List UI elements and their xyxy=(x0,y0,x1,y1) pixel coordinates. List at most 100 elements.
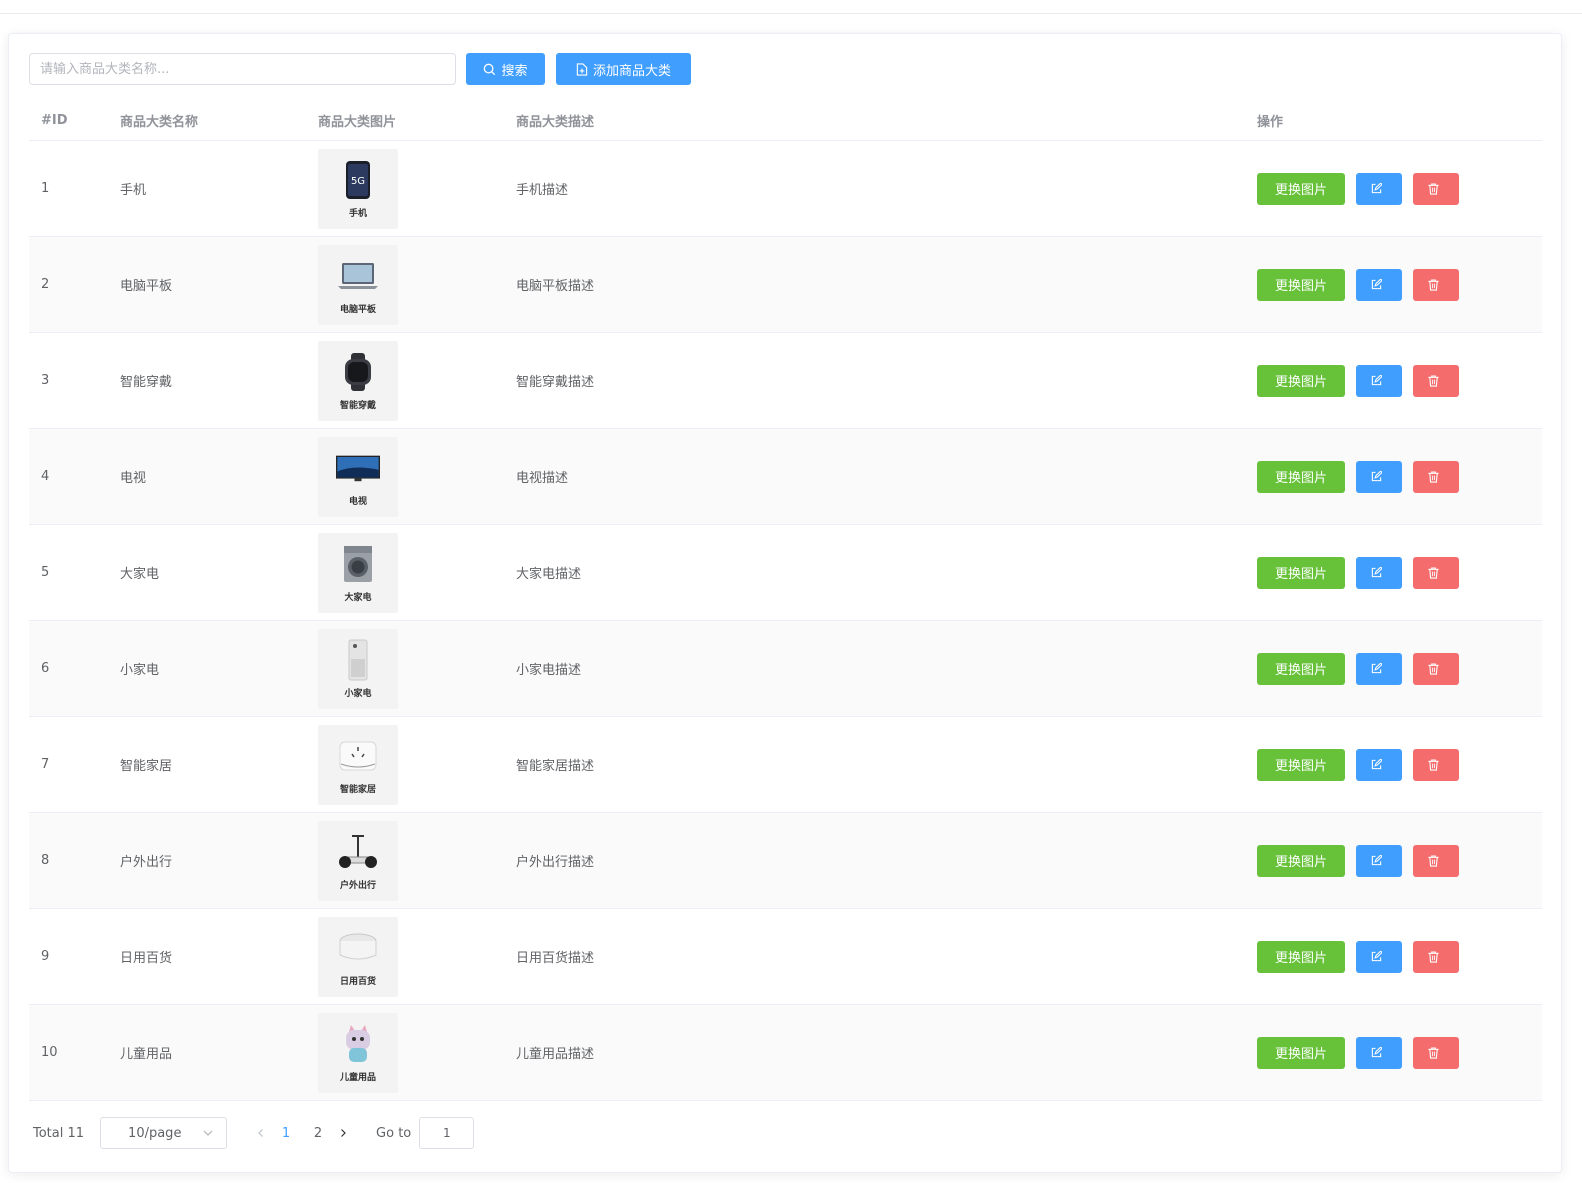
search-button[interactable]: 搜索 xyxy=(466,53,545,85)
row-description: 户外出行描述 xyxy=(516,855,595,870)
delete-button[interactable] xyxy=(1413,748,1459,781)
category-card: 搜索 添加商品大类 #ID 商品大类名称 商品大类图片 商品大类描述 操作 1 … xyxy=(8,33,1562,1173)
edit-button[interactable] xyxy=(1356,1036,1402,1069)
next-page-button[interactable] xyxy=(334,1128,352,1138)
image-caption: 户外出行 xyxy=(339,881,376,891)
delete-button[interactable] xyxy=(1413,940,1459,973)
category-image: 电视 xyxy=(318,436,398,517)
delete-button[interactable] xyxy=(1413,1036,1459,1069)
category-image: 智能穿戴 xyxy=(318,340,398,421)
edit-icon xyxy=(1371,183,1382,194)
table-row: 8 户外出行 户外出行 户外出行描述 更换图片 xyxy=(29,813,1542,909)
edit-icon xyxy=(1371,663,1382,674)
change-image-button[interactable]: 更换图片 xyxy=(1257,1036,1345,1069)
row-name: 手机 xyxy=(120,183,147,198)
change-image-button[interactable]: 更换图片 xyxy=(1257,172,1345,205)
row-id: 6 xyxy=(41,661,50,676)
row-id: 3 xyxy=(41,373,50,388)
scooter-icon xyxy=(336,830,380,874)
goto-label: Go to xyxy=(376,1125,412,1141)
header-name: 商品大类名称 xyxy=(120,114,199,130)
row-id: 7 xyxy=(41,757,50,772)
page-size-value: 10/page xyxy=(128,1125,182,1141)
row-description: 儿童用品描述 xyxy=(516,1047,595,1062)
edit-button[interactable] xyxy=(1356,172,1402,205)
edit-icon xyxy=(1371,471,1382,482)
add-category-button[interactable]: 添加商品大类 xyxy=(556,53,691,85)
delete-button[interactable] xyxy=(1413,364,1459,397)
edit-button[interactable] xyxy=(1356,652,1402,685)
delete-button[interactable] xyxy=(1413,172,1459,205)
header-image: 商品大类图片 xyxy=(318,114,397,130)
change-image-button[interactable]: 更换图片 xyxy=(1257,652,1345,685)
table-row: 5 大家电 大家电 大家电描述 更换图片 xyxy=(29,525,1542,621)
image-caption: 小家电 xyxy=(344,689,372,699)
watch-icon xyxy=(336,350,380,394)
edit-button[interactable] xyxy=(1356,268,1402,301)
row-name: 儿童用品 xyxy=(120,1047,173,1062)
category-image: 大家电 xyxy=(318,532,398,613)
edit-icon xyxy=(1371,567,1382,578)
search-input[interactable] xyxy=(29,53,456,85)
laptop-icon xyxy=(336,254,380,298)
delete-button[interactable] xyxy=(1413,652,1459,685)
edit-button[interactable] xyxy=(1356,940,1402,973)
row-id: 2 xyxy=(41,277,50,292)
row-description: 大家电描述 xyxy=(516,567,582,582)
change-image-button[interactable]: 更换图片 xyxy=(1257,268,1345,301)
row-description: 手机描述 xyxy=(516,183,569,198)
prev-page-button[interactable] xyxy=(252,1128,270,1138)
phone-icon: 5G xyxy=(336,158,380,202)
edit-button[interactable] xyxy=(1356,556,1402,589)
edit-icon xyxy=(1371,375,1382,386)
delete-icon xyxy=(1428,1046,1439,1059)
category-image: 小家电 xyxy=(318,628,398,709)
image-caption: 手机 xyxy=(348,209,367,219)
change-image-button[interactable]: 更换图片 xyxy=(1257,556,1345,589)
header-id: #ID xyxy=(41,112,68,128)
page-size-select[interactable]: 10/page xyxy=(100,1117,228,1149)
row-description: 小家电描述 xyxy=(516,663,582,678)
page-number-1[interactable]: 1 xyxy=(270,1126,302,1141)
delete-button[interactable] xyxy=(1413,844,1459,877)
document-add-icon xyxy=(576,62,588,76)
chevron-left-icon xyxy=(258,1129,263,1137)
edit-icon xyxy=(1371,279,1382,290)
kids-toy-icon xyxy=(336,1022,380,1066)
delete-button[interactable] xyxy=(1413,460,1459,493)
page-number-2[interactable]: 2 xyxy=(302,1126,334,1141)
top-header-bar xyxy=(0,0,1582,14)
row-description: 智能穿戴描述 xyxy=(516,375,595,390)
change-image-button[interactable]: 更换图片 xyxy=(1257,844,1345,877)
washer-icon xyxy=(336,542,380,586)
daily-goods-icon xyxy=(336,926,380,970)
category-image: 儿童用品 xyxy=(318,1012,398,1093)
category-image: 日用百货 xyxy=(318,916,398,997)
change-image-button[interactable]: 更换图片 xyxy=(1257,460,1345,493)
delete-icon xyxy=(1428,470,1439,483)
delete-icon xyxy=(1428,662,1439,675)
image-caption: 电脑平板 xyxy=(339,305,376,315)
row-name: 智能穿戴 xyxy=(120,375,173,390)
delete-icon xyxy=(1428,854,1439,867)
delete-icon xyxy=(1428,374,1439,387)
category-table: #ID 商品大类名称 商品大类图片 商品大类描述 操作 1 手机 5G 手机 手… xyxy=(29,100,1542,1101)
edit-button[interactable] xyxy=(1356,364,1402,397)
delete-button[interactable] xyxy=(1413,268,1459,301)
edit-icon xyxy=(1371,855,1382,866)
row-name: 智能家居 xyxy=(120,759,173,774)
edit-button[interactable] xyxy=(1356,748,1402,781)
edit-button[interactable] xyxy=(1356,844,1402,877)
change-image-button[interactable]: 更换图片 xyxy=(1257,364,1345,397)
row-id: 8 xyxy=(41,853,50,868)
row-id: 5 xyxy=(41,565,50,580)
change-image-button[interactable]: 更换图片 xyxy=(1257,748,1345,781)
row-name: 电脑平板 xyxy=(120,279,173,294)
delete-icon xyxy=(1428,566,1439,579)
delete-button[interactable] xyxy=(1413,556,1459,589)
row-id: 4 xyxy=(41,469,50,484)
change-image-button[interactable]: 更换图片 xyxy=(1257,940,1345,973)
goto-page-input[interactable] xyxy=(419,1117,475,1149)
category-image: 电脑平板 xyxy=(318,244,398,325)
edit-button[interactable] xyxy=(1356,460,1402,493)
